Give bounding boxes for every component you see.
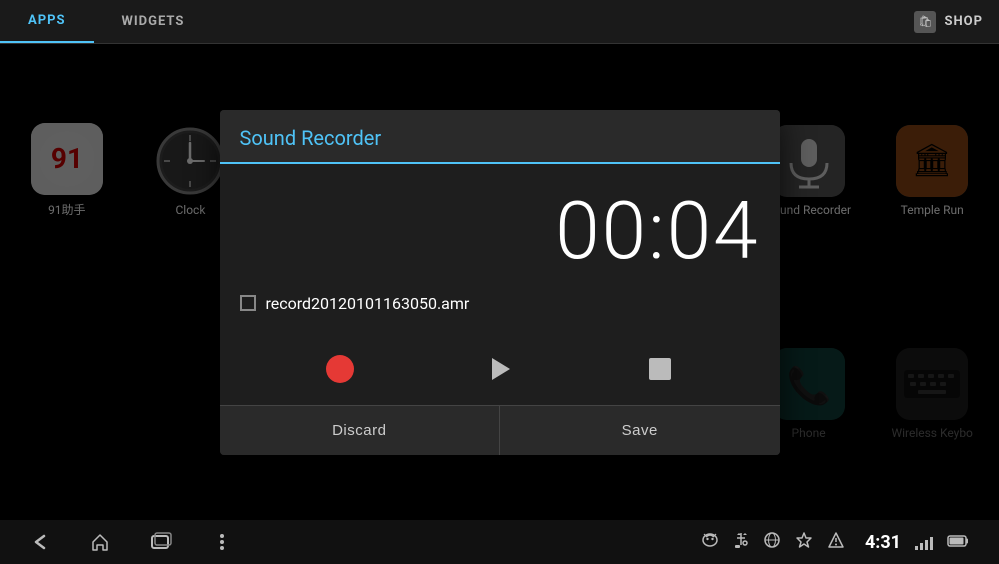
battery-icon bbox=[947, 533, 969, 552]
stop-icon bbox=[649, 358, 671, 380]
nav-left bbox=[30, 532, 701, 552]
file-checkbox[interactable] bbox=[240, 295, 256, 311]
signal-icon bbox=[915, 534, 933, 550]
bottom-bar: 4:31 bbox=[0, 520, 999, 564]
top-bar: APPS WIDGETS 🛍 SHOP bbox=[0, 0, 999, 44]
stop-button[interactable] bbox=[640, 349, 680, 389]
shop-bag-icon: 🛍 bbox=[914, 11, 936, 33]
sound-recorder-dialog: Sound Recorder 00:04 record2012010116305… bbox=[220, 110, 780, 455]
dialog-body: 00:04 record20120101163050.amr bbox=[220, 164, 780, 405]
timer-display: 00:04 bbox=[240, 184, 760, 278]
back-button[interactable] bbox=[30, 532, 50, 552]
home-button[interactable] bbox=[90, 532, 110, 552]
usb-icon bbox=[733, 531, 749, 553]
tab-widgets[interactable]: WIDGETS bbox=[94, 0, 213, 43]
play-icon bbox=[492, 358, 510, 380]
dialog-title: Sound Recorder bbox=[240, 126, 760, 150]
menu-button[interactable] bbox=[212, 532, 232, 552]
recording-file-row: record20120101163050.amr bbox=[240, 294, 760, 313]
dialog-actions: Discard Save bbox=[220, 405, 780, 455]
file-name: record20120101163050.amr bbox=[266, 294, 470, 313]
android-icon bbox=[701, 531, 719, 553]
tab-apps[interactable]: APPS bbox=[0, 0, 94, 43]
save-button[interactable]: Save bbox=[500, 406, 780, 455]
star-icon bbox=[795, 531, 813, 553]
record-button[interactable] bbox=[320, 349, 360, 389]
recent-apps-button[interactable] bbox=[150, 532, 172, 552]
top-bar-right: 🛍 SHOP bbox=[914, 11, 999, 33]
dialog-title-bar: Sound Recorder bbox=[220, 110, 780, 164]
warning-icon bbox=[827, 531, 845, 553]
shop-button[interactable]: SHOP bbox=[944, 14, 983, 29]
record-dot-icon bbox=[326, 355, 354, 383]
dialog-controls bbox=[240, 333, 760, 405]
status-time: 4:31 bbox=[865, 532, 901, 553]
play-button[interactable] bbox=[480, 349, 520, 389]
dialog-overlay: Sound Recorder 00:04 record2012010116305… bbox=[0, 44, 999, 520]
nav-right: 4:31 bbox=[701, 531, 969, 553]
globe-icon bbox=[763, 531, 781, 553]
discard-button[interactable]: Discard bbox=[220, 406, 501, 455]
